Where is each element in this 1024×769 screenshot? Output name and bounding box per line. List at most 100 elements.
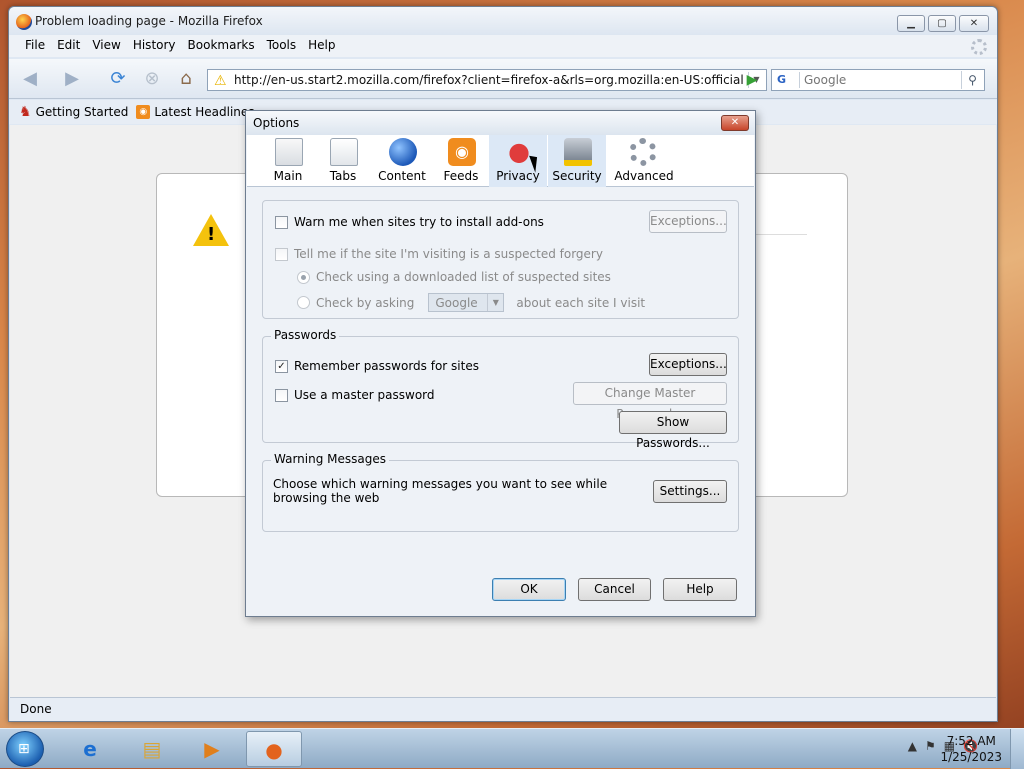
forgery-checkbox[interactable] [275, 247, 288, 261]
check-asking-radio[interactable] [297, 296, 310, 309]
pane-advanced[interactable]: Advanced [613, 135, 675, 187]
stop-icon[interactable]: ⊗ [139, 67, 165, 91]
bookmark-getting-started[interactable]: ♞ Getting Started [19, 100, 128, 124]
search-engine-icon[interactable]: G [774, 72, 800, 88]
rss-icon: ◉ [448, 138, 476, 166]
flag-icon[interactable]: ⚑ [925, 739, 936, 753]
bookmark-label: Getting Started [35, 105, 129, 119]
start-button[interactable]: ⊞ [6, 731, 44, 767]
pane-tabs[interactable]: Tabs [314, 135, 372, 187]
pane-selector: Main Tabs Content ◉ Feeds Privacy Securi… [247, 135, 754, 187]
pane-label: Advanced [614, 169, 674, 183]
remember-row[interactable]: ✓ Remember passwords for sites [275, 359, 479, 373]
bookmark-latest-headlines[interactable]: ◉ Latest Headlines [136, 100, 255, 124]
pane-security[interactable]: Security [548, 135, 606, 187]
menu-edit[interactable]: Edit [51, 35, 86, 57]
master-checkbox[interactable] [275, 388, 288, 402]
passwords-group: Passwords ✓ Remember passwords for sites… [262, 328, 739, 450]
status-text: Done [20, 702, 52, 716]
privacy-lock-icon [505, 138, 533, 166]
dialog-close-button[interactable]: ✕ [721, 115, 749, 131]
close-window-button[interactable]: ✕ [959, 15, 989, 32]
firefox-taskbar-icon[interactable]: ● [246, 731, 302, 767]
chevron-down-icon: ▼ [487, 294, 503, 311]
search-bar[interactable]: G ⚲ [771, 69, 985, 91]
throbber-icon [971, 39, 987, 55]
menu-tools[interactable]: Tools [261, 35, 303, 57]
clock[interactable]: 7:52 AM 1/25/2023 [940, 733, 1002, 765]
media-player-icon[interactable]: ▶ [184, 731, 240, 767]
reload-icon[interactable]: ⟳ [105, 67, 131, 91]
pane-label: Content [378, 169, 426, 183]
minimize-button[interactable]: ▁ [897, 15, 925, 32]
status-bar: Done [10, 697, 996, 721]
pane-feeds[interactable]: ◉ Feeds [432, 135, 490, 187]
ok-button[interactable]: OK [492, 578, 566, 601]
show-passwords-button[interactable]: Show Passwords... [619, 411, 727, 450]
security-group: Warn me when sites try to install add-on… [262, 200, 739, 319]
folder-icon[interactable]: ▤ [124, 731, 180, 767]
title-bar: Problem loading page - Mozilla Firefox ▁… [9, 7, 997, 35]
master-row[interactable]: Use a master password [275, 388, 435, 402]
navigation-toolbar: ◀ ▶ ⟳ ⊗ ⌂ ⚠ http://en-us.start2.mozilla.… [9, 59, 997, 99]
engine-select[interactable]: Google ▼ [428, 293, 505, 312]
help-button[interactable]: Help [663, 578, 737, 601]
gear-icon [629, 138, 657, 166]
forward-arrow-icon[interactable]: ▶ [59, 67, 85, 91]
remember-label: Remember passwords for sites [294, 359, 479, 373]
warning-messages-group: Warning Messages Choose which warning me… [262, 452, 739, 532]
menu-view[interactable]: View [86, 35, 126, 57]
menu-history[interactable]: History [127, 35, 182, 57]
about-each-label: about each site I visit [516, 295, 646, 310]
change-master-button[interactable]: Change Master Password... [573, 382, 727, 421]
forgery-row[interactable]: Tell me if the site I'm visiting is a su… [275, 247, 603, 261]
options-dialog: Options ✕ Main Tabs Content ◉ Feeds Priv… [245, 110, 756, 617]
url-bar[interactable]: ⚠ http://en-us.start2.mozilla.com/firefo… [207, 69, 767, 91]
warn-addons-label: Warn me when sites try to install add-on… [294, 215, 544, 229]
pane-content[interactable]: Content [373, 135, 431, 187]
cancel-button[interactable]: Cancel [578, 578, 651, 601]
check-asking-row[interactable]: Check by asking Google ▼ about each site… [297, 293, 645, 312]
go-arrow-icon[interactable]: ▶ [742, 69, 762, 91]
dialog-title: Options [253, 116, 300, 130]
check-list-radio[interactable] [297, 270, 310, 284]
clock-date: 1/25/2023 [940, 750, 1002, 764]
pane-main[interactable]: Main [259, 135, 317, 187]
maximize-button[interactable]: ▢ [928, 15, 956, 32]
taskbar: ⊞ e ▤ ▶ ● ▲ ⚑ ▦ 🔇 7:52 AM 1/25/2023 [0, 728, 1024, 769]
rss-icon: ◉ [136, 105, 151, 119]
forgery-label: Tell me if the site I'm visiting is a su… [294, 247, 603, 261]
check-asking-label: Check by asking [316, 295, 415, 310]
back-arrow-icon[interactable]: ◀ [17, 67, 43, 91]
dialog-title-bar: Options ✕ [246, 111, 755, 135]
tray-expand-icon[interactable]: ▲ [908, 739, 917, 753]
menu-file[interactable]: File [19, 35, 51, 57]
security-lock-icon [564, 138, 592, 166]
pane-label: Security [552, 169, 602, 183]
menu-help[interactable]: Help [302, 35, 341, 57]
clock-time: 7:52 AM [946, 734, 996, 748]
pane-label: Feeds [443, 169, 479, 183]
warning-settings-button[interactable]: Settings... [653, 480, 727, 503]
home-icon[interactable]: ⌂ [173, 67, 199, 91]
warning-exclamation-icon: ! [207, 224, 216, 245]
warn-addons-row[interactable]: Warn me when sites try to install add-on… [275, 215, 544, 229]
url-text[interactable]: http://en-us.start2.mozilla.com/firefox?… [234, 73, 744, 87]
search-input[interactable] [804, 73, 954, 87]
magnifier-icon[interactable]: ⚲ [961, 71, 983, 89]
warn-addons-checkbox[interactable] [275, 215, 288, 229]
window-title: Problem loading page - Mozilla Firefox [35, 14, 263, 28]
firefox-bookmark-icon: ♞ [19, 104, 32, 120]
check-list-row[interactable]: Check using a downloaded list of suspect… [297, 270, 611, 284]
remember-checkbox[interactable]: ✓ [275, 359, 288, 373]
passwords-caption: Passwords [271, 328, 340, 342]
engine-select-value: Google [435, 296, 478, 310]
warning-icon: ⚠ [214, 73, 227, 89]
windows-logo-icon: ⊞ [18, 741, 30, 757]
addons-exceptions-button[interactable]: Exceptions... [649, 210, 727, 233]
internet-explorer-icon[interactable]: e [62, 731, 118, 767]
show-desktop-button[interactable] [1010, 729, 1024, 769]
passwords-exceptions-button[interactable]: Exceptions... [649, 353, 727, 376]
menu-bookmarks[interactable]: Bookmarks [182, 35, 261, 57]
warning-messages-description: Choose which warning messages you want t… [273, 477, 608, 505]
